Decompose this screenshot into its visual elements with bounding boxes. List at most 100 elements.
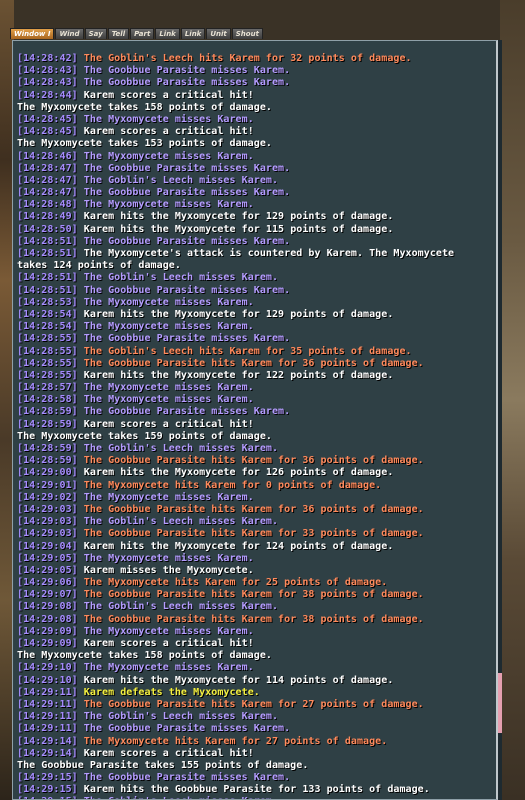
tab-wind[interactable]: Wind (55, 28, 84, 39)
chat-line: [14:28:54] The Myxomycete misses Karem. (17, 321, 496, 333)
chat-line: [14:29:14] Karem scores a critical hit! (17, 748, 496, 760)
chat-message: The Goobbue Parasite takes 155 points of… (17, 759, 309, 771)
chat-message: The Goblin's Leech misses Karem. (83, 174, 279, 186)
timestamp: [14:28:50] (17, 223, 78, 235)
chat-line: The Myxomycete takes 158 points of damag… (17, 102, 496, 114)
chat-message: takes 124 points of damage. (17, 260, 181, 272)
chat-line: [14:28:45] Karem scores a critical hit! (17, 126, 496, 138)
chat-message: Karem hits the Myxomycete for 114 points… (83, 674, 394, 686)
chat-line: [14:29:03] The Goobbue Parasite hits Kar… (17, 504, 496, 516)
chat-message: Karem scores a critical hit! (83, 126, 254, 138)
chat-message: The Goblin's Leech hits Karem for 32 poi… (83, 53, 412, 64)
chat-message: Karem hits the Myxomycete for 129 points… (83, 308, 394, 320)
chat-line: [14:29:15] Karem hits the Goobbue Parasi… (17, 784, 496, 796)
chat-line: [14:28:47] The Goobbue Parasite misses K… (17, 187, 496, 199)
tab-party[interactable]: Part (130, 28, 155, 39)
chat-message: The Goobbue Parasite misses Karem. (83, 723, 291, 735)
chat-message: The Goobbue Parasite misses Karem. (83, 235, 291, 247)
chat-line: [14:29:11] Karem defeats the Myxomycete. (17, 687, 496, 699)
timestamp: [14:29:10] (17, 662, 78, 674)
chat-line: [14:28:50] Karem hits the Myxomycete for… (17, 224, 496, 236)
tab-say[interactable]: Say (84, 28, 107, 39)
chat-line: [14:29:00] Karem hits the Myxomycete for… (17, 467, 496, 479)
chat-message: Karem scores a critical hit! (83, 418, 254, 430)
chat-message: Karem scores a critical hit! (83, 747, 254, 759)
chat-message: The Goobbue Parasite hits Karem for 38 p… (83, 589, 424, 601)
chat-line: [14:29:02] The Myxomycete misses Karem. (17, 492, 496, 504)
chat-line: [14:28:51] The Goobbue Parasite misses K… (17, 285, 496, 297)
timestamp: [14:29:06] (17, 577, 78, 589)
chat-line: [14:29:06] The Myxomycete hits Karem for… (17, 577, 496, 589)
timestamp: [14:28:57] (17, 382, 78, 394)
chat-line: [14:28:43] The Goobbue Parasite misses K… (17, 77, 496, 89)
chat-message: The Myxomycete misses Karem. (83, 150, 254, 162)
chat-line: [14:29:11] The Goblin's Leech misses Kar… (17, 711, 496, 723)
timestamp: [14:28:58] (17, 394, 78, 406)
chat-message: Karem scores a critical hit! (83, 89, 254, 101)
chat-line: [14:28:51] The Goobbue Parasite misses K… (17, 236, 496, 248)
chat-log[interactable]: [14:28:42] The Goblin's Leech hits Karem… (12, 40, 498, 800)
timestamp: [14:29:14] (17, 747, 78, 759)
chat-message: The Myxomycete misses Karem. (83, 321, 254, 333)
timestamp: [14:29:02] (17, 491, 78, 503)
chat-message: Karem scores a critical hit! (83, 638, 254, 649)
chat-message: The Myxomycete takes 158 points of damag… (17, 101, 272, 113)
chat-message: The Goobbue Parasite hits Karem for 33 p… (83, 528, 424, 540)
scrollbar-thumb[interactable] (498, 673, 502, 733)
chat-message: The Myxomycete misses Karem. (83, 552, 254, 564)
chat-line: [14:28:53] The Myxomycete misses Karem. (17, 297, 496, 309)
chat-line: [14:28:55] The Goobbue Parasite misses K… (17, 333, 496, 345)
timestamp: [14:29:08] (17, 601, 78, 613)
chat-line: [14:29:14] The Myxomycete hits Karem for… (17, 736, 496, 748)
chat-line: [14:28:51] The Myxomycete's attack is co… (17, 248, 496, 260)
timestamp: [14:28:47] (17, 174, 78, 186)
chat-message: The Goobbue Parasite hits Karem for 38 p… (83, 613, 424, 625)
timestamp: [14:28:47] (17, 162, 78, 174)
chat-line: [14:29:07] The Goobbue Parasite hits Kar… (17, 589, 496, 601)
tab-unit[interactable]: Unit (206, 28, 231, 39)
chat-message: Karem hits the Myxomycete for 129 points… (83, 211, 394, 223)
chat-message: The Goobbue Parasite hits Karem for 36 p… (83, 455, 424, 467)
timestamp: [14:28:47] (17, 187, 78, 199)
tab-link-2[interactable]: Link (180, 28, 206, 39)
tab-shout[interactable]: Shout (231, 28, 263, 39)
chat-line: [14:28:48] The Myxomycete misses Karem. (17, 199, 496, 211)
chat-message: Karem misses the Myxomycete. (83, 564, 254, 576)
tab-link-1[interactable]: Link (155, 28, 180, 39)
chat-line: [14:28:57] The Myxomycete misses Karem. (17, 382, 496, 394)
chat-scrollbar[interactable] (498, 40, 502, 800)
chat-message: The Myxomycete misses Karem. (83, 491, 254, 503)
tab-window-1[interactable]: Window I (10, 28, 55, 39)
timestamp: [14:28:53] (17, 296, 78, 308)
chat-message: The Myxomycete misses Karem. (83, 296, 254, 308)
chat-message: The Myxomycete misses Karem. (83, 113, 254, 125)
chat-line: [14:29:03] The Goblin's Leech misses Kar… (17, 516, 496, 528)
timestamp: [14:29:09] (17, 625, 78, 637)
chat-line: [14:29:15] The Goobbue Parasite misses K… (17, 772, 496, 784)
chat-line: The Goobbue Parasite takes 155 points of… (17, 760, 496, 772)
timestamp: [14:28:42] (17, 53, 78, 64)
timestamp: [14:29:05] (17, 552, 78, 564)
chat-line: [14:28:55] The Goobbue Parasite hits Kar… (17, 358, 496, 370)
timestamp: [14:28:54] (17, 321, 78, 333)
timestamp: [14:29:00] (17, 467, 78, 479)
chat-tab-bar: Window I Wind Say Tell Part Link Link Un… (10, 28, 510, 39)
chat-line: [14:28:44] Karem scores a critical hit! (17, 90, 496, 102)
chat-line: [14:28:42] The Goblin's Leech hits Karem… (17, 53, 496, 65)
timestamp: [14:29:14] (17, 735, 78, 747)
timestamp: [14:28:54] (17, 308, 78, 320)
timestamp: [14:29:11] (17, 711, 78, 723)
timestamp: [14:28:51] (17, 284, 78, 296)
timestamp: [14:29:15] (17, 772, 78, 784)
chat-line: [14:28:59] Karem scores a critical hit! (17, 419, 496, 431)
chat-line: [14:28:45] The Myxomycete misses Karem. (17, 114, 496, 126)
timestamp: [14:28:43] (17, 65, 78, 77)
timestamp: [14:28:55] (17, 369, 78, 381)
chat-message: The Goblin's Leech misses Karem. (84, 796, 278, 799)
chat-message: The Goobbue Parasite misses Karem. (83, 406, 291, 418)
chat-line: [14:28:59] The Goobbue Parasite hits Kar… (17, 455, 496, 467)
chat-line: [14:28:51] The Goblin's Leech misses Kar… (17, 272, 496, 284)
tab-tell[interactable]: Tell (107, 28, 130, 39)
chat-line: [14:29:11] The Goobbue Parasite misses K… (17, 723, 496, 735)
chat-message: The Goblin's Leech misses Karem. (83, 711, 279, 723)
